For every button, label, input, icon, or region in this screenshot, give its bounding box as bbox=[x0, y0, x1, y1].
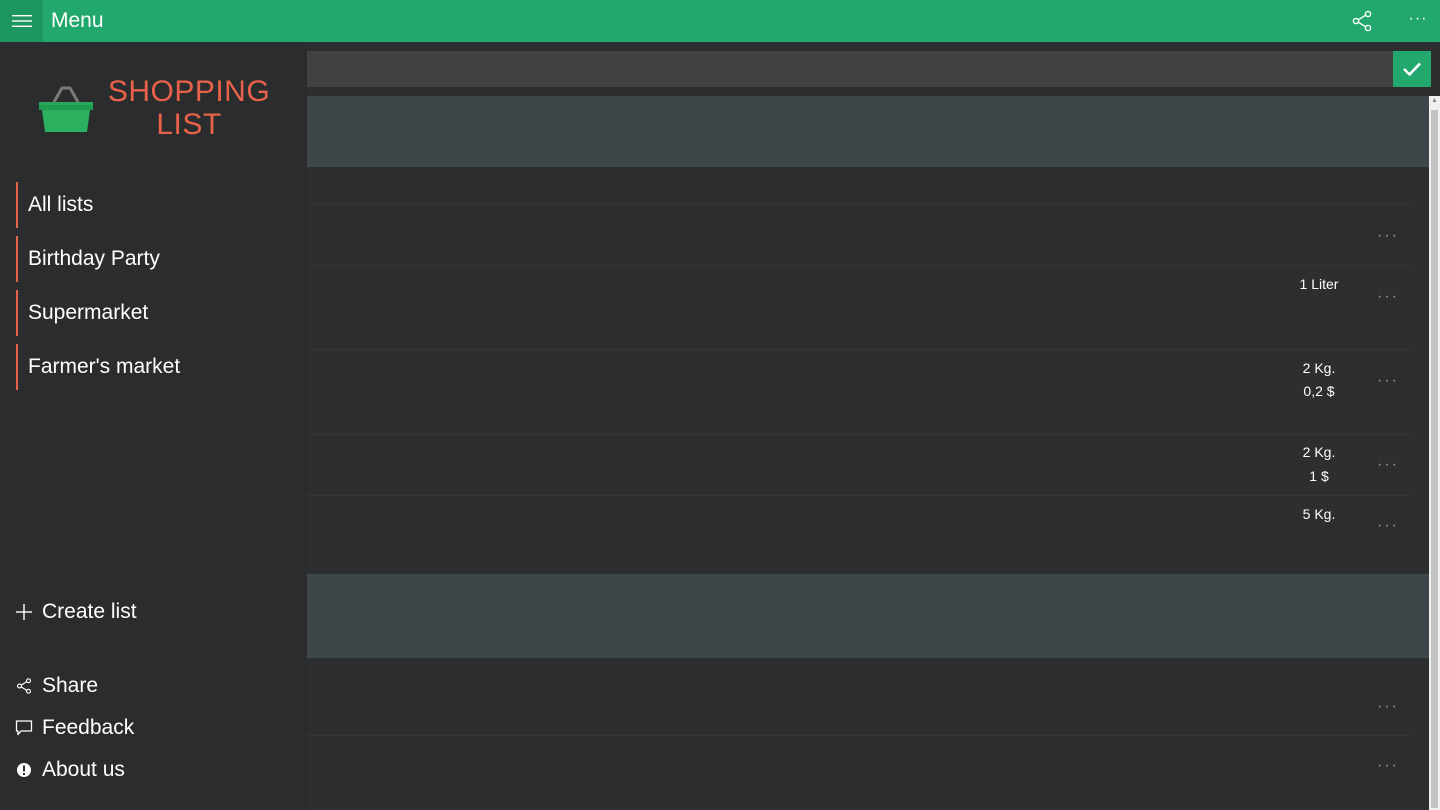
list-item[interactable] bbox=[307, 736, 1411, 794]
sidebar-item-label: Birthday Party bbox=[28, 247, 160, 270]
list-item[interactable] bbox=[307, 350, 1411, 434]
share-label: Share bbox=[42, 674, 99, 697]
item-quantity: 5 Kg. bbox=[1302, 506, 1336, 522]
sidebar-item-label: Supermarket bbox=[28, 301, 149, 324]
scrollbar-thumb[interactable] bbox=[1431, 110, 1438, 808]
shopping-basket-icon bbox=[39, 86, 93, 132]
title-bar: Menu ··· bbox=[0, 0, 1440, 42]
sidebar-item-birthday-party[interactable]: Birthday Party bbox=[16, 236, 276, 282]
feedback-icon bbox=[14, 718, 34, 738]
logo-line-1: SHOPPING bbox=[107, 75, 271, 108]
item-quantity: 1 Liter bbox=[1299, 276, 1339, 292]
share-icon bbox=[1352, 10, 1372, 32]
share-button[interactable]: Share bbox=[14, 671, 98, 701]
list-group-header[interactable] bbox=[307, 96, 1429, 167]
more-options-button[interactable]: ··· bbox=[1404, 9, 1432, 33]
list-item[interactable] bbox=[307, 205, 1411, 265]
sidebar-item-farmers-market[interactable]: Farmer's market bbox=[16, 344, 276, 390]
hamburger-icon bbox=[11, 15, 32, 27]
hamburger-menu-button[interactable] bbox=[0, 0, 43, 42]
item-input[interactable] bbox=[307, 51, 1393, 87]
feedback-button[interactable]: Feedback bbox=[14, 713, 134, 743]
item-more-button[interactable]: ··· bbox=[1370, 373, 1406, 389]
item-price: 0,2 $ bbox=[1303, 383, 1335, 399]
list-item[interactable] bbox=[307, 266, 1411, 349]
create-list-label: Create list bbox=[42, 600, 137, 623]
logo-line-2: LIST bbox=[156, 108, 222, 141]
item-more-button[interactable]: ··· bbox=[1370, 758, 1406, 774]
sidebar-item-label: Farmer's market bbox=[28, 355, 181, 378]
top-share-button[interactable] bbox=[1350, 9, 1374, 33]
list-item[interactable] bbox=[307, 676, 1411, 734]
item-more-button[interactable]: ··· bbox=[1370, 228, 1406, 244]
item-quantity: 2 Kg. bbox=[1302, 444, 1336, 460]
plus-icon bbox=[14, 602, 34, 622]
list-group-header[interactable] bbox=[307, 574, 1429, 658]
item-more-button[interactable]: ··· bbox=[1370, 518, 1406, 534]
sidebar-item-supermarket[interactable]: Supermarket bbox=[16, 290, 276, 336]
list-item[interactable] bbox=[307, 435, 1411, 495]
feedback-label: Feedback bbox=[42, 716, 135, 739]
confirm-button[interactable] bbox=[1393, 51, 1431, 87]
info-icon bbox=[14, 760, 34, 780]
create-list-button[interactable]: Create list bbox=[14, 597, 137, 627]
about-us-button[interactable]: About us bbox=[14, 755, 125, 785]
item-more-button[interactable]: ··· bbox=[1370, 457, 1406, 473]
app-logo-text: SHOPPING LIST bbox=[106, 75, 272, 141]
list-item[interactable] bbox=[307, 496, 1411, 566]
scroll-up-arrow-icon[interactable]: ▲ bbox=[1431, 97, 1438, 104]
sidebar-item-label: All lists bbox=[28, 193, 94, 216]
sidebar: SHOPPING LIST All lists Birthday Party S… bbox=[0, 42, 307, 810]
item-more-button[interactable]: ··· bbox=[1370, 699, 1406, 715]
share-icon bbox=[14, 676, 34, 696]
item-more-button[interactable]: ··· bbox=[1370, 289, 1406, 305]
about-us-label: About us bbox=[42, 758, 125, 781]
sidebar-item-all-lists[interactable]: All lists bbox=[16, 182, 276, 228]
menu-title: Menu bbox=[51, 9, 104, 32]
item-price: 1 $ bbox=[1309, 468, 1329, 484]
checkmark-icon bbox=[1403, 62, 1421, 76]
item-quantity: 2 Kg. bbox=[1302, 360, 1336, 376]
